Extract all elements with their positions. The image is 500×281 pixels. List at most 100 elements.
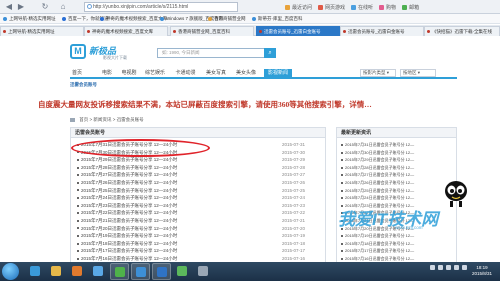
taskbar-app-app-green[interactable]	[173, 263, 192, 280]
subnav-link[interactable]: 迅雷会员账号	[70, 82, 97, 88]
nav-item[interactable]: 电视剧	[120, 69, 138, 78]
side-list-item[interactable]: 2015年7月17日迅雷会员子账号分 12—	[341, 248, 414, 254]
quick-link[interactable]: 网页游戏	[318, 4, 345, 11]
site-logo-icon[interactable]: M	[70, 44, 86, 59]
side-list-item[interactable]: 2015年7月26日迅雷会员子账号分 12—	[341, 180, 414, 186]
list-item[interactable]: 2015年7月21日迅雷会员子账号分享 12—24小时	[77, 218, 177, 224]
taskbar-app-browser-360[interactable]	[110, 263, 129, 280]
list-item[interactable]: 2015年7月20日迅雷会员子账号分享 12—24小时	[77, 226, 177, 232]
side-title: 最新更新资讯	[337, 128, 456, 138]
browser-tab[interactable]: 上网导航-精选实用网址	[0, 26, 84, 36]
taskbar-app-cloud[interactable]	[89, 263, 108, 280]
side-list-item[interactable]: 2015年7月30日迅雷会员子账号分 12—	[341, 150, 414, 156]
taskbar-app-app-grey[interactable]	[194, 263, 213, 280]
browser-tab[interactable]: 香港商铺营业网_百度百科	[170, 26, 254, 36]
nav-select[interactable]: 按地区 ▾	[400, 69, 436, 77]
clock-date: 2015/8/31	[472, 271, 493, 276]
taskbar-app-app-blue[interactable]	[152, 263, 171, 280]
browser-tab[interactable]: 迅雷会员账号_迅雷白金账号	[340, 26, 424, 36]
tray-icon[interactable]	[430, 265, 435, 270]
bullet-icon	[77, 242, 79, 245]
list-item[interactable]: 2015年7月28日迅雷会员子账号分享 12—24小时	[77, 165, 177, 171]
list-item[interactable]: 2015年7月31日迅雷会员子账号分享 12—24小时	[77, 142, 177, 148]
list-item[interactable]: 2015年7月24日迅雷会员子账号分享 12—24小时	[77, 195, 177, 201]
nav-select[interactable]: 按影片类型 ▾	[360, 69, 396, 77]
side-list-item[interactable]: 2015年7月19日迅雷会员子账号分 12—	[341, 233, 414, 239]
bullet-icon	[341, 189, 343, 192]
side-list-item[interactable]: 2015年7月28日迅雷会员子账号分 12—	[341, 165, 414, 171]
bookmark-item[interactable]: 斯蒂芬·库里_百度百科	[252, 15, 303, 23]
taskbar-app-ie[interactable]	[26, 263, 45, 280]
nav-item[interactable]: 卡通动漫	[173, 69, 198, 78]
tray-icon[interactable]	[446, 265, 451, 270]
browser-tab[interactable]: 《快招猫》迅雷下载-全集在线	[424, 26, 500, 36]
side-list-item[interactable]: 2015年7月29日迅雷会员子账号分 12—	[341, 157, 414, 163]
home-icon	[70, 117, 75, 122]
list-item-date: 2015-07-29	[282, 157, 306, 163]
side-list-item[interactable]: 2015年7月31日迅雷会员子账号分 12—	[341, 142, 414, 148]
site-search-input[interactable]: 如: 1990, 今日新闻	[157, 48, 265, 58]
quick-link[interactable]: 最近访问	[285, 4, 312, 11]
nav-item[interactable]: 综艺娱乐	[143, 69, 167, 78]
browser-tab[interactable]: 神奇的魔术视频搜索_百度文库	[84, 26, 168, 36]
list-title: 迅雷会员账号	[71, 128, 325, 138]
quick-link[interactable]: 邮箱	[402, 4, 419, 11]
list-item[interactable]: 2015年7月26日迅雷会员子账号分享 12—24小时	[77, 180, 177, 186]
breadcrumb-item[interactable]: 迅雷会员账号	[117, 117, 144, 122]
list-item[interactable]: 2015年7月17日迅雷会员子账号分享 12—24小时	[77, 248, 177, 254]
list-item[interactable]: 2015年7月19日迅雷会员子账号分享 12—24小时	[77, 233, 177, 239]
bookmark-item[interactable]: 神奇的魔术视频搜索_百度文库	[100, 15, 167, 23]
bookmark-favicon-icon	[208, 16, 212, 21]
bookmark-label: 神奇的魔术视频搜索_百度文库	[106, 16, 168, 21]
notice-banner[interactable]: 自度震大量网友投诉移搜索结果不满，本站已屏蔽百度搜索引擎，请使用360等其他搜索…	[38, 99, 468, 110]
list-item[interactable]: 2015年7月29日迅雷会员子账号分享 12—24小时	[77, 157, 177, 163]
breadcrumb-item[interactable]: 首页	[79, 117, 88, 122]
bookmark-item[interactable]: 上网导航-精选实用网址	[3, 15, 56, 23]
list-item[interactable]: 2015年7月25日迅雷会员子账号分享 12—24小时	[77, 188, 177, 194]
bullet-icon	[341, 257, 343, 260]
nav-item[interactable]: 电影	[100, 69, 114, 78]
home-icon[interactable]: ⌂	[58, 2, 68, 12]
address-bar[interactable]: http://yunbo.xinjipin.com/article/s/2115…	[84, 2, 238, 12]
tray-icon[interactable]	[438, 265, 443, 270]
site-search-button[interactable]: ⌕	[264, 48, 276, 58]
nav-item[interactable]: 影视新闻	[264, 69, 292, 78]
bookmark-favicon-icon	[3, 16, 7, 21]
tray-icon[interactable]	[454, 265, 459, 270]
bullet-icon	[77, 250, 79, 253]
list-item[interactable]: 2015年7月22日迅雷会员子账号分享 12—24小时	[77, 210, 177, 216]
bookmark-label: 香港商铺营业网	[214, 16, 246, 21]
forward-icon[interactable]: ▶	[16, 2, 26, 12]
list-item[interactable]: 2015年7月18日迅雷会员子账号分享 12—24小时	[77, 241, 177, 247]
tray-icon[interactable]	[462, 265, 467, 270]
side-item-title: 2015年7月30日迅雷会员子账号分 12—	[345, 149, 415, 155]
system-clock[interactable]: 18:19 2015/8/31	[472, 265, 492, 277]
media-icon	[72, 266, 82, 276]
start-button-icon[interactable]	[2, 263, 19, 280]
side-list-item[interactable]: 2015年7月27日迅雷会员子账号分 12—	[341, 172, 414, 178]
list-item-date: 2015-07-25	[282, 187, 306, 193]
taskbar-app-media[interactable]	[68, 263, 87, 280]
list-item[interactable]: 2015年7月30日迅雷会员子账号分享 12—24小时	[77, 150, 177, 156]
browser-tab[interactable]: 迅雷会员账号_迅雷白金账号	[256, 26, 340, 36]
refresh-icon[interactable]: ↻	[40, 2, 50, 12]
bullet-icon	[341, 174, 343, 177]
side-list-item[interactable]: 2015年7月24日迅雷会员子账号分 12—	[341, 195, 414, 201]
side-list-item[interactable]: 2015年7月25日迅雷会员子账号分 12—	[341, 188, 414, 194]
tab-favicon-icon	[173, 30, 176, 33]
quick-link[interactable]: 购物	[379, 4, 396, 11]
breadcrumb-item[interactable]: 新闻资讯	[93, 117, 111, 122]
tab-label: 迅雷会员账号_迅雷白金账号	[264, 29, 321, 34]
quick-link-label: 最近访问	[292, 4, 313, 11]
taskbar-app-qq[interactable]	[131, 263, 150, 280]
list-item[interactable]: 2015年7月23日迅雷会员子账号分享 12—24小时	[77, 203, 177, 209]
bookmark-item[interactable]: 香港商铺营业网	[208, 15, 246, 23]
back-icon[interactable]: ◀	[4, 2, 14, 12]
nav-item[interactable]: 美女写真	[204, 69, 228, 78]
taskbar-app-folder[interactable]	[47, 263, 66, 280]
nav-item[interactable]: 美女头像	[234, 69, 258, 78]
nav-item[interactable]: 首页	[70, 69, 84, 78]
list-item[interactable]: 2015年7月27日迅雷会员子账号分享 12—24小时	[77, 172, 177, 178]
side-list-item[interactable]: 2015年7月18日迅雷会员子账号分 12—	[341, 241, 414, 247]
quick-link[interactable]: 在线听	[351, 4, 373, 11]
